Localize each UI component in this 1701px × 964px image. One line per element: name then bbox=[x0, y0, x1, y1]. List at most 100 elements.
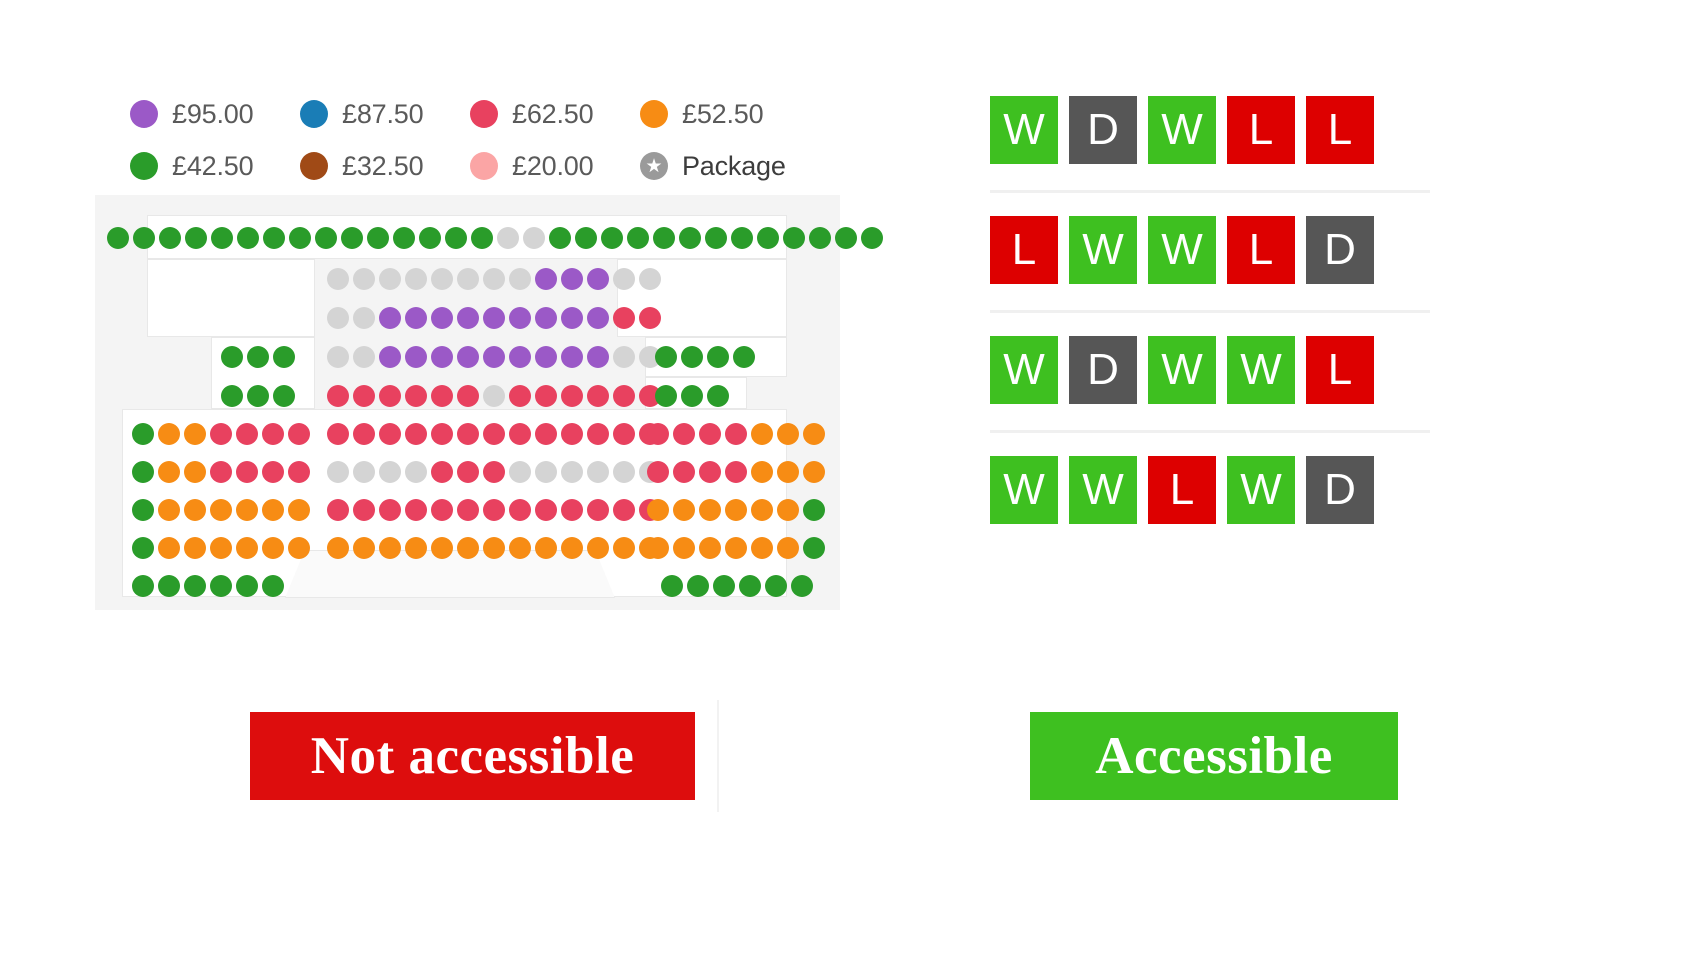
seat[interactable] bbox=[705, 227, 727, 249]
seat[interactable] bbox=[379, 346, 401, 368]
result-badge-d[interactable]: D bbox=[1069, 96, 1137, 164]
seat[interactable] bbox=[289, 227, 311, 249]
seat[interactable] bbox=[791, 575, 813, 597]
seat[interactable] bbox=[379, 537, 401, 559]
seat[interactable] bbox=[509, 537, 531, 559]
seat[interactable] bbox=[483, 307, 505, 329]
seat[interactable] bbox=[419, 227, 441, 249]
seat[interactable] bbox=[107, 227, 129, 249]
seat[interactable] bbox=[673, 499, 695, 521]
seat[interactable] bbox=[184, 423, 206, 445]
seat[interactable] bbox=[561, 385, 583, 407]
seat[interactable] bbox=[236, 537, 258, 559]
seat[interactable] bbox=[405, 307, 427, 329]
seat[interactable] bbox=[725, 499, 747, 521]
seat[interactable] bbox=[379, 423, 401, 445]
result-badge-w[interactable]: W bbox=[1227, 336, 1295, 404]
seat[interactable] bbox=[803, 461, 825, 483]
seat[interactable] bbox=[236, 499, 258, 521]
seat[interactable] bbox=[405, 385, 427, 407]
seat[interactable] bbox=[587, 307, 609, 329]
seat[interactable] bbox=[757, 227, 779, 249]
legend-item[interactable]: £42.50 bbox=[130, 151, 300, 182]
seat[interactable] bbox=[803, 423, 825, 445]
seat[interactable] bbox=[457, 307, 479, 329]
seat[interactable] bbox=[509, 499, 531, 521]
seat[interactable] bbox=[739, 575, 761, 597]
seat[interactable] bbox=[341, 227, 363, 249]
legend-item[interactable]: £20.00 bbox=[470, 151, 640, 182]
seat[interactable] bbox=[713, 575, 735, 597]
legend-item[interactable]: £95.00 bbox=[130, 99, 300, 130]
seat[interactable] bbox=[236, 575, 258, 597]
seat[interactable] bbox=[457, 346, 479, 368]
seat[interactable] bbox=[751, 537, 773, 559]
result-badge-l[interactable]: L bbox=[1306, 96, 1374, 164]
seat[interactable] bbox=[687, 575, 709, 597]
seat[interactable] bbox=[262, 537, 284, 559]
seat[interactable] bbox=[707, 385, 729, 407]
seat[interactable] bbox=[655, 346, 677, 368]
seat[interactable] bbox=[587, 537, 609, 559]
legend-item[interactable]: £32.50 bbox=[300, 151, 470, 182]
seat[interactable] bbox=[561, 346, 583, 368]
seat[interactable] bbox=[509, 423, 531, 445]
seat[interactable] bbox=[699, 423, 721, 445]
seat[interactable] bbox=[561, 307, 583, 329]
seat[interactable] bbox=[835, 227, 857, 249]
seat[interactable] bbox=[288, 423, 310, 445]
seat[interactable] bbox=[535, 346, 557, 368]
seat[interactable] bbox=[471, 227, 493, 249]
seat[interactable] bbox=[158, 499, 180, 521]
seat[interactable] bbox=[236, 423, 258, 445]
seat[interactable] bbox=[158, 575, 180, 597]
seat[interactable] bbox=[783, 227, 805, 249]
seat[interactable] bbox=[627, 227, 649, 249]
result-badge-l[interactable]: L bbox=[1148, 456, 1216, 524]
seat[interactable] bbox=[263, 227, 285, 249]
seat[interactable] bbox=[457, 423, 479, 445]
result-badge-w[interactable]: W bbox=[990, 456, 1058, 524]
result-badge-l[interactable]: L bbox=[1306, 336, 1374, 404]
seat[interactable] bbox=[405, 537, 427, 559]
seat[interactable] bbox=[647, 537, 669, 559]
seat[interactable] bbox=[262, 423, 284, 445]
seat[interactable] bbox=[535, 268, 557, 290]
seat[interactable] bbox=[210, 575, 232, 597]
seat[interactable] bbox=[431, 346, 453, 368]
seat[interactable] bbox=[210, 537, 232, 559]
seat[interactable] bbox=[405, 499, 427, 521]
seat[interactable] bbox=[561, 268, 583, 290]
seat[interactable] bbox=[587, 346, 609, 368]
seat[interactable] bbox=[483, 499, 505, 521]
seat[interactable] bbox=[639, 307, 661, 329]
seat[interactable] bbox=[405, 423, 427, 445]
seat[interactable] bbox=[184, 575, 206, 597]
seat[interactable] bbox=[777, 461, 799, 483]
seat[interactable] bbox=[237, 227, 259, 249]
seat[interactable] bbox=[809, 227, 831, 249]
seat[interactable] bbox=[431, 423, 453, 445]
seat[interactable] bbox=[587, 385, 609, 407]
result-badge-w[interactable]: W bbox=[1148, 216, 1216, 284]
seat[interactable] bbox=[457, 537, 479, 559]
result-badge-w[interactable]: W bbox=[990, 336, 1058, 404]
seat[interactable] bbox=[211, 227, 233, 249]
seat[interactable] bbox=[132, 537, 154, 559]
seat[interactable] bbox=[483, 423, 505, 445]
seat[interactable] bbox=[561, 499, 583, 521]
seat[interactable] bbox=[132, 423, 154, 445]
seat[interactable] bbox=[587, 499, 609, 521]
seating-map[interactable] bbox=[95, 195, 883, 610]
seat[interactable] bbox=[535, 499, 557, 521]
seat[interactable] bbox=[353, 499, 375, 521]
seat[interactable] bbox=[159, 227, 181, 249]
result-badge-d[interactable]: D bbox=[1306, 216, 1374, 284]
seat[interactable] bbox=[673, 423, 695, 445]
seat[interactable] bbox=[367, 227, 389, 249]
seat[interactable] bbox=[273, 385, 295, 407]
seat[interactable] bbox=[679, 227, 701, 249]
seat[interactable] bbox=[613, 385, 635, 407]
seat[interactable] bbox=[210, 499, 232, 521]
seat[interactable] bbox=[613, 499, 635, 521]
